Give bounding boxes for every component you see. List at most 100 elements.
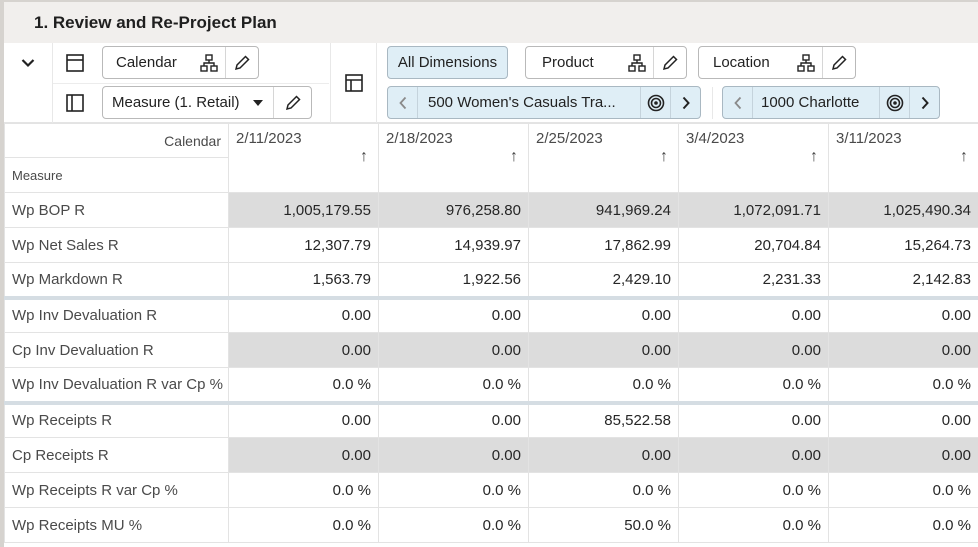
data-cell[interactable]: 50.0 % (528, 507, 679, 543)
data-cell[interactable]: 20,704.84 (678, 227, 829, 263)
data-cell[interactable]: 2,429.10 (528, 262, 679, 298)
data-cell[interactable]: 17,862.99 (528, 227, 679, 263)
all-dimensions-label: All Dimensions (397, 54, 498, 71)
product-label: Product (542, 54, 594, 71)
data-cell[interactable]: 12,307.79 (228, 227, 379, 263)
column-header[interactable]: 3/11/2023 ↑ (828, 123, 978, 193)
measure-label: Measure (1. Retail) (112, 94, 240, 111)
data-cell[interactable]: 0.0 % (828, 507, 978, 543)
sort-arrow-icon[interactable]: ↑ (510, 148, 518, 166)
data-cell[interactable]: 0.00 (678, 295, 829, 333)
data-cell[interactable]: 0.0 % (378, 367, 529, 403)
data-cell[interactable]: 0.0 % (828, 472, 978, 508)
table-row: Wp BOP R 1,005,179.55 976,258.80 941,969.24… (4, 192, 978, 228)
chevron-left-icon (733, 96, 741, 109)
data-cell[interactable]: 0.00 (378, 400, 529, 438)
calendar-dimension-tile[interactable]: Calendar (102, 46, 259, 79)
data-cell[interactable]: 15,264.73 (828, 227, 978, 263)
column-layout-button[interactable] (62, 51, 88, 75)
collapse-toolbar-button[interactable] (16, 51, 40, 75)
divider (376, 43, 377, 123)
row-label: Wp Markdown R (4, 262, 229, 298)
data-table: Calendar 2/11/2023 ↑ 2/18/2023 ↑ 2/25/2023… (4, 123, 978, 543)
caret-down-icon (253, 99, 263, 106)
data-cell[interactable]: 0.00 (678, 400, 829, 438)
row-label: Cp Receipts R (4, 437, 229, 473)
data-cell[interactable]: 0.0 % (678, 367, 829, 403)
column-date: 2/18/2023 (386, 130, 453, 147)
measure-dropdown-button[interactable] (243, 87, 273, 118)
chevron-left-icon (398, 96, 406, 109)
data-cell[interactable]: 0.0 % (528, 472, 679, 508)
row-label: Wp Inv Devaluation R (4, 295, 229, 333)
location-hierarchy-button[interactable] (789, 47, 822, 78)
data-cell[interactable]: 1,922.56 (378, 262, 529, 298)
measure-edit-button[interactable] (273, 87, 311, 118)
data-cell[interactable]: 0.0 % (828, 367, 978, 403)
pivot-toolbar: Calendar Measure (1. Retail) All Dimensi… (4, 43, 978, 123)
location-next-button[interactable] (909, 87, 939, 118)
data-cell: 0.00 (528, 332, 679, 368)
location-prev-button[interactable] (723, 87, 753, 118)
data-cell: 0.00 (678, 332, 829, 368)
product-prev-button[interactable] (388, 87, 418, 118)
sort-arrow-icon[interactable]: ↑ (810, 148, 818, 166)
sort-arrow-icon[interactable]: ↑ (960, 148, 968, 166)
page-layout-button[interactable] (342, 71, 366, 95)
data-cell[interactable]: 85,522.58 (528, 400, 679, 438)
data-cell[interactable]: 14,939.97 (378, 227, 529, 263)
sort-arrow-icon[interactable]: ↑ (360, 148, 368, 166)
data-cell[interactable]: 0.0 % (528, 367, 679, 403)
data-cell[interactable]: 0.0 % (678, 507, 829, 543)
data-cell[interactable]: 0.0 % (228, 367, 379, 403)
location-dimension-tile[interactable]: Location (698, 46, 856, 79)
chevron-right-icon (921, 96, 929, 109)
row-label: Wp Receipts R var Cp % (4, 472, 229, 508)
column-header[interactable]: 2/11/2023 ↑ (228, 123, 379, 193)
target-icon (886, 94, 903, 111)
data-cell[interactable]: 0.0 % (378, 472, 529, 508)
divider (53, 83, 329, 84)
product-hierarchy-button[interactable] (620, 47, 653, 78)
all-dimensions-button[interactable]: All Dimensions (387, 46, 508, 79)
column-header[interactable]: 3/4/2023 ↑ (678, 123, 829, 193)
calendar-edit-button[interactable] (225, 47, 258, 78)
column-header[interactable]: 2/18/2023 ↑ (378, 123, 529, 193)
page-title: 1. Review and Re-Project Plan (34, 13, 277, 32)
product-target-button[interactable] (640, 87, 670, 118)
location-edit-button[interactable] (822, 47, 855, 78)
data-cell[interactable]: 0.00 (828, 400, 978, 438)
data-cell: 0.00 (528, 437, 679, 473)
data-cell[interactable]: 0.0 % (678, 472, 829, 508)
table-row: Wp Receipts R var Cp % 0.0 % 0.0 % 0.0 % 0.0… (4, 472, 978, 508)
data-cell[interactable]: 0.00 (228, 400, 379, 438)
sort-arrow-icon[interactable]: ↑ (660, 148, 668, 166)
data-cell[interactable]: 0.00 (228, 295, 379, 333)
data-cell: 0.00 (378, 332, 529, 368)
calendar-hierarchy-button[interactable] (192, 47, 225, 78)
data-cell[interactable]: 2,142.83 (828, 262, 978, 298)
data-cell[interactable]: 0.0 % (228, 472, 379, 508)
data-cell[interactable]: 0.0 % (378, 507, 529, 543)
data-cell: 0.00 (228, 332, 379, 368)
data-cell[interactable]: 2,231.33 (678, 262, 829, 298)
data-cell[interactable]: 0.0 % (228, 507, 379, 543)
table-row: Cp Inv Devaluation R 0.00 0.00 0.00 0.00 0.00 (4, 332, 978, 368)
calendar-axis-label: Calendar (4, 123, 229, 158)
column-header[interactable]: 2/25/2023 ↑ (528, 123, 679, 193)
location-page-selector[interactable]: 1000 Charlotte (722, 86, 940, 119)
data-cell[interactable]: 0.00 (528, 295, 679, 333)
data-cell[interactable]: 0.00 (378, 295, 529, 333)
measure-dimension-tile[interactable]: Measure (1. Retail) (102, 86, 312, 119)
pencil-icon (831, 54, 847, 70)
data-cell: 976,258.80 (378, 192, 529, 228)
location-target-button[interactable] (879, 87, 909, 118)
row-layout-button[interactable] (62, 91, 88, 115)
data-cell[interactable]: 0.00 (828, 295, 978, 333)
product-page-selector[interactable]: 500 Women's Casuals Tra... (387, 86, 701, 119)
data-cell[interactable]: 1,563.79 (228, 262, 379, 298)
product-edit-button[interactable] (653, 47, 686, 78)
location-value: 1000 Charlotte (761, 94, 860, 111)
product-next-button[interactable] (670, 87, 700, 118)
product-dimension-tile[interactable]: Product (525, 46, 687, 79)
